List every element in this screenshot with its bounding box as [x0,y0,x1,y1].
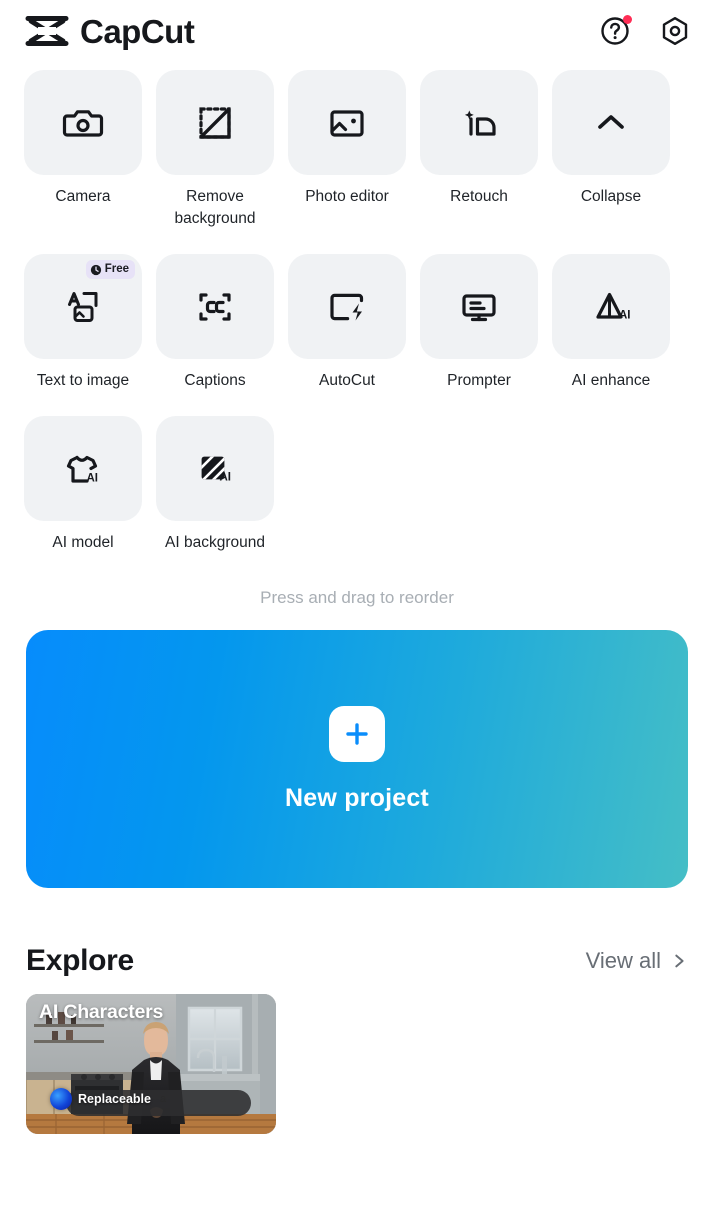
explore-card-ai-characters[interactable]: AI Characters Replaceable a [26,994,276,1134]
header-actions [598,14,692,48]
view-all-label: View all [586,948,661,974]
clock-icon [90,264,102,276]
brand-name: CapCut [80,15,194,48]
tool-label: Prompter [447,370,511,392]
svg-text:AI: AI [220,471,232,483]
plus-icon [342,719,372,749]
replaceable-suffix: a [160,1093,166,1105]
brand: CapCut [24,14,194,48]
prompter-monitor-icon [457,285,501,329]
tool-tile[interactable]: AI [156,416,274,521]
tool-photo-editor[interactable]: Photo editor [288,70,406,230]
tool-remove-background[interactable]: Remove background [156,70,274,230]
settings-button[interactable] [658,14,692,48]
tool-collapse[interactable]: Collapse [552,70,670,230]
tool-label: AI model [52,532,113,554]
autocut-bolt-icon [325,285,369,329]
tool-grid: Camera Remove background [0,62,714,608]
tool-label: AutoCut [319,370,375,392]
help-button[interactable] [598,14,632,48]
svg-text:AI: AI [619,309,631,321]
explore-header: Explore View all [0,888,714,978]
free-badge: Free [86,260,135,279]
tool-ai-model[interactable]: AI AI model [24,416,142,554]
chevron-right-icon [670,952,688,970]
capcut-logo-icon [24,14,70,48]
tool-tile[interactable] [552,70,670,175]
tool-captions[interactable]: Captions [156,254,274,392]
tool-retouch[interactable]: Retouch [420,70,538,230]
tool-label: Text to image [37,370,129,392]
ai-enhance-icon: AI [589,285,633,329]
tool-tile[interactable] [156,254,274,359]
tool-tile[interactable] [156,70,274,175]
tool-ai-enhance[interactable]: AI AI enhance [552,254,670,392]
notification-dot-badge [623,15,632,24]
tool-autocut[interactable]: AutoCut [288,254,406,392]
tool-ai-background[interactable]: AI AI background [156,416,274,554]
view-all-button[interactable]: View all [586,948,688,974]
tool-label: Collapse [581,186,641,208]
card-title: AI Characters [39,1001,163,1024]
tool-label: Captions [184,370,245,392]
new-project-button[interactable]: New project [26,630,688,888]
explore-card-row: AI Characters Replaceable a [0,978,714,1134]
tool-tile[interactable] [288,70,406,175]
replaceable-pill: Replaceable a [50,1088,166,1110]
photo-editor-icon [325,101,369,145]
tool-tile[interactable] [420,70,538,175]
camera-icon [61,101,105,145]
replaceable-label: Replaceable [78,1092,151,1106]
remove-background-icon [193,101,237,145]
ai-background-icon: AI [193,447,237,491]
new-project-section: New project [0,608,714,888]
tool-label: Camera [55,186,110,208]
tool-text-to-image[interactable]: Free Text to image [24,254,142,392]
chevron-up-icon [589,101,633,145]
orb-icon [50,1088,72,1110]
settings-hex-gear-icon [660,16,690,46]
tool-tile[interactable]: AI [552,254,670,359]
tool-tile[interactable] [24,70,142,175]
free-badge-label: Free [105,264,129,276]
new-project-label: New project [285,784,429,813]
tool-camera[interactable]: Camera [24,70,142,230]
tool-tile[interactable] [420,254,538,359]
plus-icon-box [329,706,385,762]
tool-tile[interactable]: AI [24,416,142,521]
svg-text:AI: AI [87,472,99,484]
app-header: CapCut [0,0,714,62]
tool-label: AI enhance [572,370,650,392]
tool-tile[interactable]: Free [24,254,142,359]
explore-title: Explore [26,944,134,978]
reorder-hint: Press and drag to reorder [24,588,690,608]
tool-label: Retouch [450,186,508,208]
tool-row: AI AI model [24,416,690,554]
tool-row: Free Text to image [24,254,690,392]
tool-row: Camera Remove background [24,70,690,230]
text-to-image-icon [61,285,105,329]
tool-tile[interactable] [288,254,406,359]
tool-label: Remove background [156,186,274,230]
tool-label: AI background [165,532,265,554]
tool-label: Photo editor [305,186,389,208]
retouch-icon [457,101,501,145]
captions-cc-icon [193,285,237,329]
ai-model-shirt-icon: AI [61,447,105,491]
tool-prompter[interactable]: Prompter [420,254,538,392]
